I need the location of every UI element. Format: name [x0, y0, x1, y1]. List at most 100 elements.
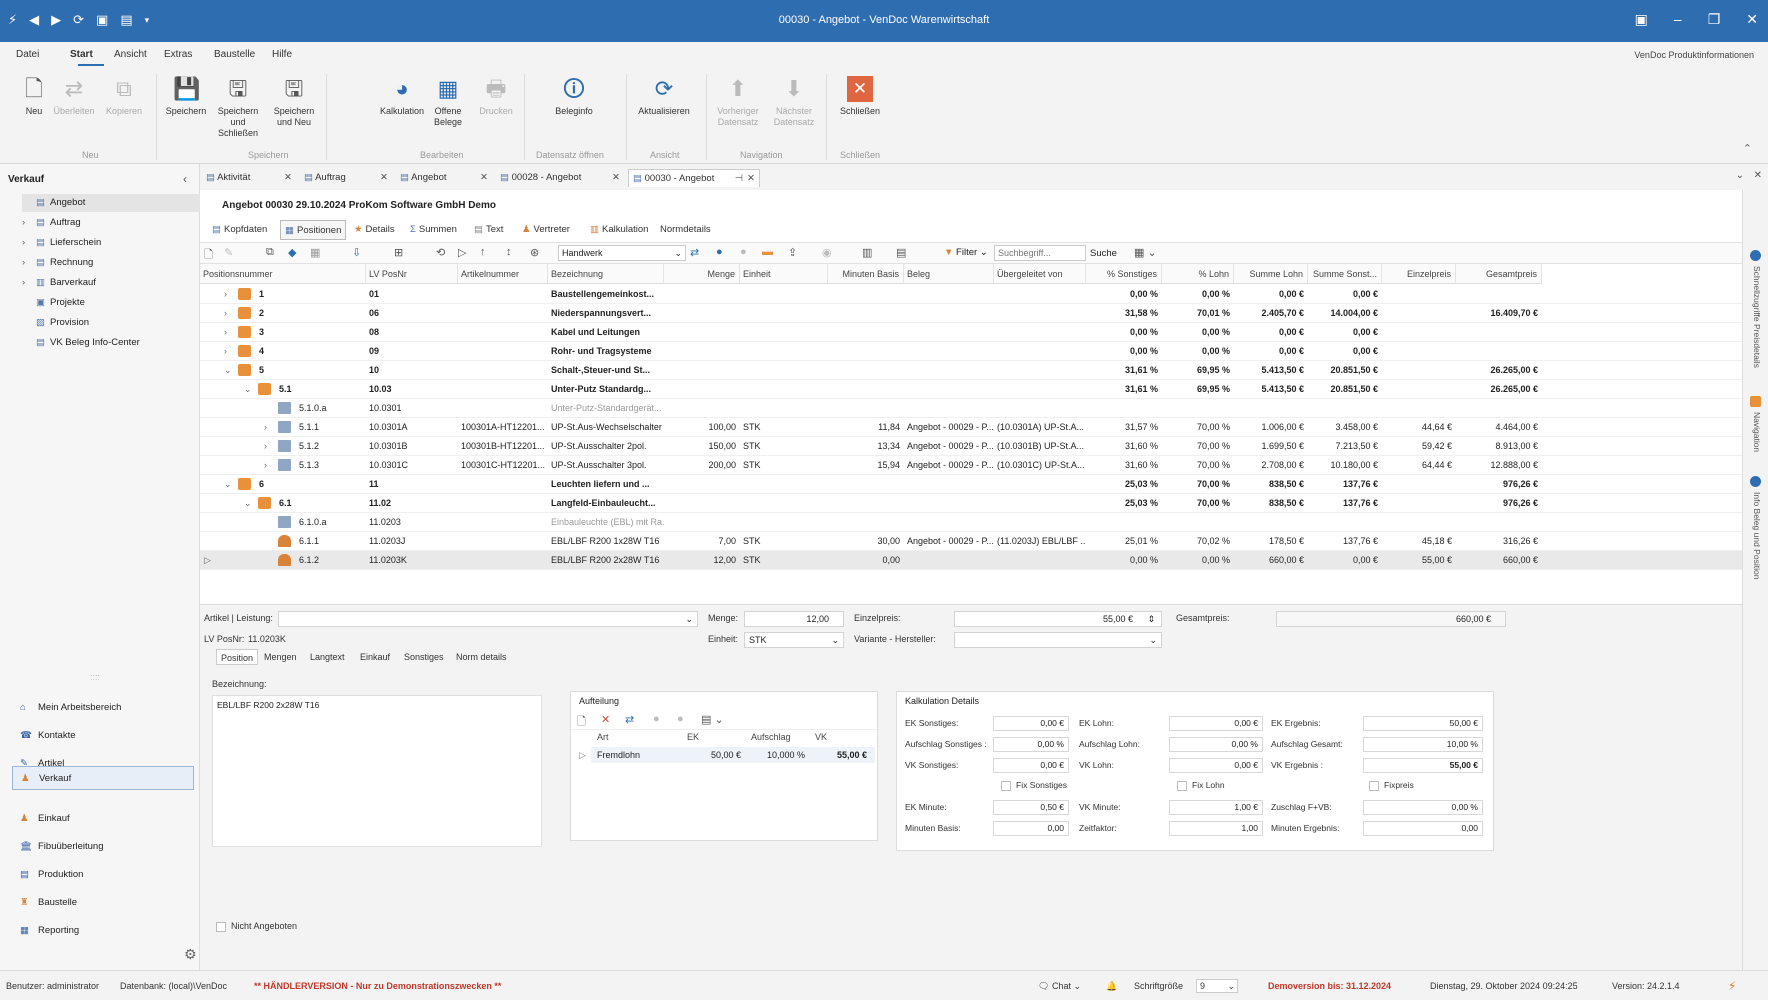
nicht-angeboten-checkbox[interactable]: Nicht Angeboten: [216, 921, 297, 932]
tab-vertreter[interactable]: ♟ Vertreter: [518, 220, 582, 240]
spin-icon[interactable]: ⇕: [1147, 612, 1155, 626]
chevron-down-icon[interactable]: ⌄: [224, 475, 232, 494]
column-header[interactable]: % Lohn: [1162, 264, 1234, 284]
rail-schnellzugriffe[interactable]: Schnellzugriffe Preisdetails: [1750, 266, 1762, 368]
doc-tab-00028[interactable]: ▤ 00028 - Angebot ✕: [500, 169, 620, 187]
previous-record-button[interactable]: ⬆ Vorheriger Datensatz: [710, 74, 766, 144]
layout-icon[interactable]: ▤: [896, 246, 906, 259]
kalk-checkbox[interactable]: Fix Lohn: [1177, 780, 1225, 791]
rail-navigation[interactable]: Navigation: [1750, 412, 1762, 452]
tree-item-barverkauf[interactable]: › ▥ Barverkauf: [22, 274, 200, 292]
close-icon[interactable]: ✕: [1746, 11, 1758, 28]
chat-button[interactable]: 🗨 Chat ⌄: [1038, 981, 1081, 992]
menu-hilfe[interactable]: Hilfe: [272, 49, 292, 60]
table-row[interactable]: › 5.1.1 10.0301A 100301A-HT12201... UP-St.Au…: [200, 418, 1742, 437]
chevron-down-icon[interactable]: ⌄: [224, 361, 232, 380]
tab-normdetails[interactable]: Normdetails: [656, 220, 712, 240]
grouping-select[interactable]: Handwerk ⌄: [558, 245, 686, 261]
detail-tab-einkauf[interactable]: Einkauf: [356, 649, 394, 665]
doc-tab-00030[interactable]: ▤ 00030 - Angebot ⊣ ✕: [628, 169, 760, 187]
column-header[interactable]: Minuten Basis: [828, 264, 904, 284]
menu-baustelle[interactable]: Baustelle: [214, 49, 255, 60]
layout-icon[interactable]: ▣: [1635, 11, 1648, 28]
kalk-field[interactable]: 0,00: [993, 821, 1069, 836]
rail-info-beleg[interactable]: Info Beleg und Position: [1750, 492, 1762, 579]
chevron-right-icon[interactable]: ▷: [579, 750, 586, 761]
save-close-button[interactable]: 🖫 Speichern und Schließen: [210, 74, 266, 144]
link-icon[interactable]: ⊛: [530, 246, 539, 259]
detail-tab-sonstiges[interactable]: Sonstiges: [400, 649, 448, 665]
column-header[interactable]: Einzelpreis: [1382, 264, 1456, 284]
variante-field[interactable]: ⌄: [954, 632, 1162, 648]
import-icon[interactable]: ⇩: [352, 246, 361, 259]
nav-produktion[interactable]: ▤ Produktion: [12, 863, 194, 887]
table-row[interactable]: › 5.1.3 10.0301C 100301C-HT12201... UP-St.Au…: [200, 456, 1742, 475]
globe-icon[interactable]: ◉: [822, 246, 832, 259]
transfer-icon[interactable]: ⇄: [690, 246, 699, 259]
minimize-icon[interactable]: –: [1674, 11, 1682, 28]
kalk-checkbox[interactable]: Fix Sonstiges: [1001, 780, 1067, 791]
edit-row-icon[interactable]: ✎: [224, 246, 233, 259]
menu-start[interactable]: Start: [70, 49, 93, 60]
detail-tab-langtext[interactable]: Langtext: [306, 649, 349, 665]
folder-icon[interactable]: ▬: [762, 246, 773, 258]
kalk-field[interactable]: 55,00 €: [1363, 758, 1483, 773]
close-tab-icon[interactable]: ✕: [284, 169, 292, 187]
kalk-field[interactable]: 0,00: [1363, 821, 1483, 836]
kalk-field[interactable]: 0,00 %: [1363, 800, 1483, 815]
regroup-icon[interactable]: ⟲: [436, 246, 445, 259]
close-tab-icon[interactable]: ✕: [747, 170, 755, 188]
kalk-field[interactable]: 0,00 %: [1169, 737, 1263, 752]
doc-tab-auftrag[interactable]: ▤ Auftrag ✕: [304, 169, 388, 187]
chevron-down-icon[interactable]: ⌄: [244, 380, 252, 399]
insert-icon[interactable]: ⊞: [394, 246, 403, 259]
kalk-field[interactable]: 0,00 €: [993, 758, 1069, 773]
menu-ansicht[interactable]: Ansicht: [114, 49, 147, 60]
table-row[interactable]: › 5.1.2 10.0301B 100301B-HT12201... UP-St.Au…: [200, 437, 1742, 456]
kalk-field[interactable]: 50,00 €: [1363, 716, 1483, 731]
column-header[interactable]: % Sonstiges: [1086, 264, 1162, 284]
table-row[interactable]: ⌄ 5 10 Schalt-,Steuer-und St... 31,61 % 69,95…: [200, 361, 1742, 380]
nav-fibuueberleitung[interactable]: 🏛 Fibuüberleitung: [12, 835, 194, 859]
tree-item-angebot[interactable]: ▤ Angebot: [22, 194, 200, 212]
search-button[interactable]: Suche: [1090, 248, 1117, 259]
tag-icon[interactable]: ◆: [288, 246, 296, 259]
kalk-field[interactable]: 0,50 €: [993, 800, 1069, 815]
table-row[interactable]: 6.1.1 11.0203J EBL/LBF R200 1x28W T16 7,00 S…: [200, 532, 1742, 551]
table-row[interactable]: › 3 08 Kabel und Leitungen 0,00 % 0,00 % 0,00 …: [200, 323, 1742, 342]
table-row[interactable]: 6.1.0.a 11.0203 Einbauleuchte (EBL) mit Ra…: [200, 513, 1742, 532]
kalk-field[interactable]: 1,00 €: [1169, 800, 1263, 815]
sidebar-splitter[interactable]: ::::: [90, 672, 100, 682]
detail-tab-mengen[interactable]: Mengen: [260, 649, 301, 665]
nav-einkauf[interactable]: ♟ Einkauf: [12, 807, 194, 831]
column-header[interactable]: Artikelnummer: [458, 264, 548, 284]
detail-tab-norm-details[interactable]: Norm details: [452, 649, 511, 665]
info-disabled-icon[interactable]: ●: [653, 713, 660, 725]
restore-icon[interactable]: ❐: [1708, 11, 1721, 28]
column-header[interactable]: Summe Sonst...: [1308, 264, 1382, 284]
table-row[interactable]: › 1 01 Baustellengemeinkost... 0,00 % 0,00 % 0…: [200, 285, 1742, 304]
pin-icon[interactable]: ⊣: [735, 170, 743, 188]
chevron-down-icon[interactable]: ⌄: [244, 494, 252, 513]
transfer-icon[interactable]: ⇄: [625, 713, 634, 726]
columns-icon[interactable]: ▥: [862, 246, 872, 259]
close-tab-icon[interactable]: ✕: [380, 169, 388, 187]
tree-item-lieferschein[interactable]: › ▤ Lieferschein: [22, 234, 200, 252]
chevron-right-icon[interactable]: ›: [22, 234, 36, 252]
einzelpreis-field[interactable]: 55,00 € ⇕: [954, 611, 1162, 627]
close-tab-icon[interactable]: ✕: [612, 169, 620, 187]
kalk-field[interactable]: 0,00 %: [993, 737, 1069, 752]
chevron-right-icon[interactable]: ›: [22, 254, 36, 272]
transfer-button[interactable]: ⇄ Überleiten: [46, 74, 102, 144]
chevron-right-icon[interactable]: ›: [224, 342, 227, 361]
chevron-right-icon[interactable]: ›: [264, 418, 267, 437]
chevron-right-icon[interactable]: ›: [224, 323, 227, 342]
chevron-right-icon[interactable]: ›: [224, 285, 227, 304]
save-new-button[interactable]: 🖫 Speichern und Neu: [266, 74, 322, 144]
collapse-ribbon-icon[interactable]: ⌃: [1743, 142, 1752, 155]
column-header[interactable]: Gesamtpreis: [1456, 264, 1542, 284]
product-info-link[interactable]: VenDoc Produktinformationen: [1634, 50, 1754, 60]
menu-extras[interactable]: Extras: [164, 49, 192, 60]
chevron-right-icon[interactable]: ›: [22, 274, 36, 292]
tab-positionen[interactable]: ▦ Positionen: [280, 220, 346, 240]
